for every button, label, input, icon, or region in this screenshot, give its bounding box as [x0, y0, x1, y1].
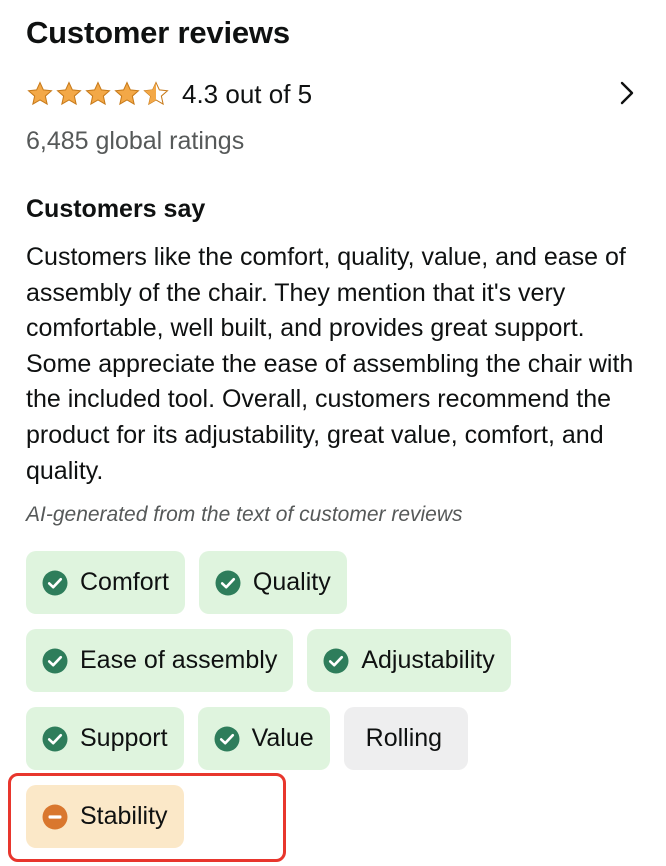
- tag-comfort[interactable]: Comfort: [26, 551, 185, 614]
- ai-generated-note: AI-generated from the text of customer r…: [26, 503, 463, 526]
- check-circle-icon: [42, 726, 68, 752]
- global-ratings-count: 6,485 global ratings: [26, 127, 245, 155]
- customers-say-heading: Customers say: [26, 195, 206, 223]
- check-circle-icon: [42, 570, 68, 596]
- star-half-icon: [142, 80, 170, 108]
- tag-label: Adjustability: [361, 646, 495, 674]
- check-circle-icon: [215, 570, 241, 596]
- review-summary: Customers like the comfort, quality, val…: [26, 243, 634, 485]
- tag-row: Ease of assembly Adjustability: [26, 629, 646, 692]
- tag-label: Ease of assembly: [80, 646, 278, 674]
- star-full-icon: [113, 80, 141, 108]
- tag-label: Comfort: [80, 568, 169, 596]
- tag-value[interactable]: Value: [197, 707, 330, 770]
- star-full-icon: [84, 80, 112, 108]
- chevron-right-icon[interactable]: [612, 78, 642, 108]
- tag-adjustability[interactable]: Adjustability: [307, 629, 511, 692]
- tag-label: Support: [80, 724, 168, 752]
- tag-rolling[interactable]: Rolling: [343, 707, 469, 770]
- check-circle-icon: [214, 726, 240, 752]
- star-full-icon: [26, 80, 54, 108]
- tag-label: Quality: [252, 568, 331, 596]
- rating-text: 4.3 out of 5: [182, 79, 313, 109]
- tag-row: Comfort Quality: [26, 551, 646, 614]
- tag-row: Support Value Rolling: [26, 707, 646, 770]
- tag-support[interactable]: Support: [26, 707, 184, 770]
- highlight-annotation-box: [8, 773, 286, 862]
- tag-label: Value: [251, 724, 314, 752]
- check-circle-icon: [42, 648, 68, 674]
- tag-ease-of-assembly[interactable]: Ease of assembly: [26, 629, 294, 692]
- rating-row[interactable]: 4.3 out of 5: [26, 74, 640, 114]
- tag-label: Rolling: [365, 724, 443, 752]
- tag-quality[interactable]: Quality: [198, 551, 347, 614]
- check-circle-icon: [323, 648, 349, 674]
- star-full-icon: [55, 80, 83, 108]
- section-title: Customer reviews: [26, 15, 290, 50]
- star-rating: [26, 80, 170, 108]
